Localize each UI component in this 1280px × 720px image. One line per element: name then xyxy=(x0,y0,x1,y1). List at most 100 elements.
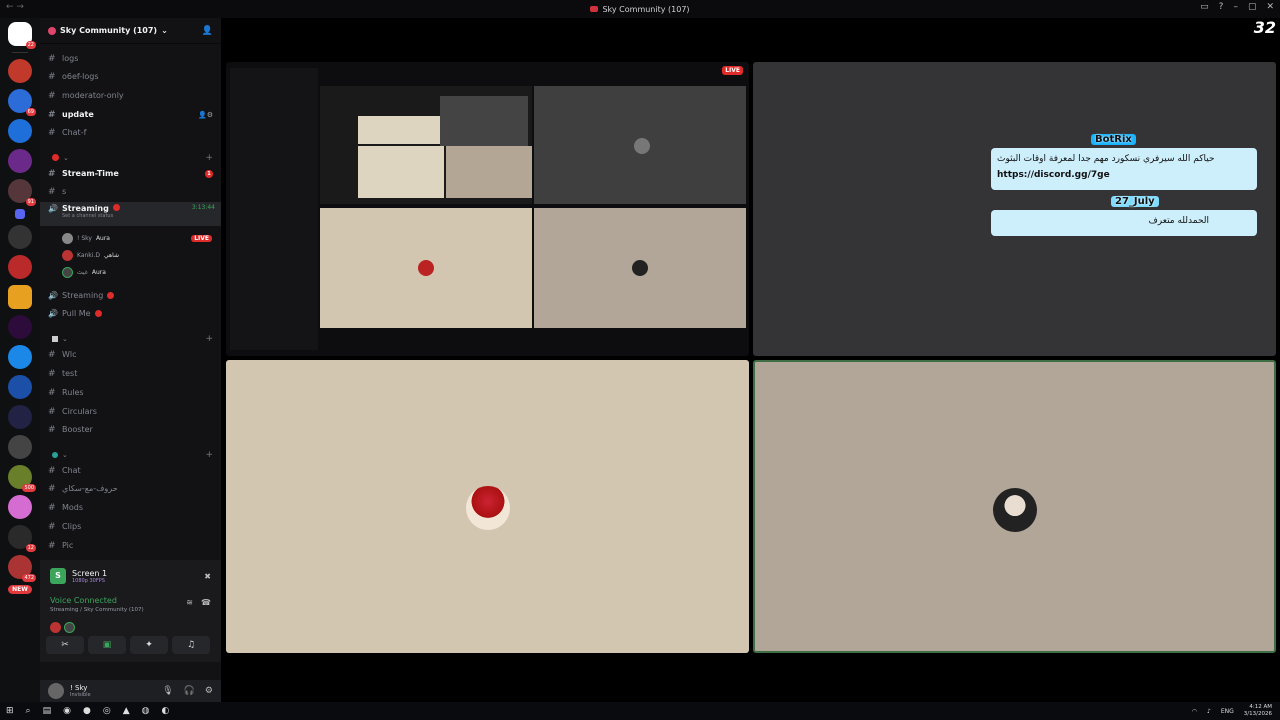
app-icon[interactable]: ● xyxy=(83,706,91,716)
stream-tile-bot-overlay[interactable]: BotRix حياكم الله سيرفري نسكورد مهم جدا … xyxy=(753,62,1276,356)
voice-status[interactable]: Voice Connected xyxy=(50,596,117,605)
activities-button[interactable]: ✦ xyxy=(130,636,168,654)
voice-channel-streaming[interactable]: 🔊 Streaming Set a channel status 3:13:44 xyxy=(40,202,221,226)
channel-item[interactable]: # Pic xyxy=(40,537,221,554)
server-icon[interactable] xyxy=(8,119,32,143)
stream-tile-screen[interactable]: LIVE xyxy=(226,62,749,356)
settings-icon[interactable]: 👤⚙ xyxy=(198,111,213,119)
microphone-icon[interactable]: 🎙 xyxy=(162,686,173,696)
server-icon[interactable] xyxy=(8,285,32,309)
noise-suppression-icon[interactable]: ≋ xyxy=(186,598,193,607)
maximize-button[interactable]: ▢ xyxy=(1248,2,1257,12)
voice-channel[interactable]: 🔊 Pull Me xyxy=(40,305,221,322)
channel-status[interactable]: Set a channel status xyxy=(62,213,120,219)
channel-sidebar: Sky Community (107) ⌄ 👤 # logs # o6ef-logs… xyxy=(40,18,221,702)
voice-user[interactable]: غيث Aura xyxy=(62,264,106,281)
discord-icon[interactable]: ◎ xyxy=(103,706,111,716)
july-name: 27_July xyxy=(1111,196,1159,207)
channel-item-stream-time[interactable]: # Stream-Time 1 xyxy=(40,165,221,182)
close-button[interactable]: ✕ xyxy=(1266,2,1274,12)
user-tag: Aura xyxy=(95,235,110,242)
channel-item[interactable]: # Mods xyxy=(40,499,221,516)
server-icon[interactable] xyxy=(8,435,32,459)
disconnect-icon[interactable]: ☎ xyxy=(201,598,211,607)
voice-channel[interactable]: 🔊 Streaming xyxy=(40,287,221,304)
plus-icon[interactable]: + xyxy=(205,450,213,460)
headphones-icon[interactable]: 🎧 xyxy=(184,686,195,696)
help-icon[interactable]: ? xyxy=(1219,2,1224,12)
app-icon[interactable]: ▲ xyxy=(123,706,130,716)
channel-item[interactable]: # logs xyxy=(40,50,221,67)
server-icon[interactable]: 500 xyxy=(8,465,36,492)
server-header[interactable]: Sky Community (107) ⌄ 👤 xyxy=(40,18,221,44)
channel-item[interactable]: # Chat-f xyxy=(40,124,221,141)
channel-item[interactable]: # moderator-only xyxy=(40,87,221,104)
folder-icon[interactable] xyxy=(15,209,25,219)
server-icon[interactable] xyxy=(8,255,32,279)
category-icon xyxy=(52,451,58,458)
channel-item[interactable]: # test xyxy=(40,365,221,382)
channel-item[interactable]: # Wlc xyxy=(40,346,221,363)
camera-button[interactable]: ✂ xyxy=(46,636,84,654)
search-icon[interactable]: ⌕ xyxy=(26,706,31,716)
category-header[interactable]: ⌄ + xyxy=(40,149,221,166)
server-icon[interactable] xyxy=(8,315,32,339)
new-badge[interactable]: NEW xyxy=(8,585,32,594)
language-indicator[interactable]: ENG xyxy=(1221,708,1234,715)
server-icon[interactable]: 69 xyxy=(8,89,36,116)
channel-item[interactable]: # Booster xyxy=(40,421,221,438)
server-icon[interactable]: 91 xyxy=(8,179,36,206)
channel-name: Chat xyxy=(62,466,81,475)
channel-item[interactable]: # Rules xyxy=(40,384,221,401)
obs-icon[interactable]: ◐ xyxy=(161,706,169,716)
file-explorer-icon[interactable]: ▤ xyxy=(43,706,52,716)
plus-icon[interactable]: + xyxy=(205,153,213,163)
gear-icon[interactable]: ⚙ xyxy=(205,686,213,696)
volume-icon[interactable]: ♪ xyxy=(1207,708,1211,715)
screen-share-button[interactable]: ▣ xyxy=(88,636,126,654)
channel-name: o6ef-logs xyxy=(62,72,99,81)
server-icon xyxy=(590,6,599,12)
steam-icon[interactable]: ◉ xyxy=(63,706,71,716)
server-icon[interactable] xyxy=(8,59,32,83)
server-icon[interactable] xyxy=(8,495,32,519)
server-icon[interactable] xyxy=(8,405,32,429)
server-icon[interactable]: 472 xyxy=(8,555,36,582)
category-header[interactable]: ⌄ + xyxy=(40,330,221,347)
inbox-icon[interactable]: ▭ xyxy=(1200,2,1209,12)
voice-user[interactable]: ! Sky Aura LIVE xyxy=(62,230,212,247)
channel-item-update[interactable]: # update 👤⚙ xyxy=(40,106,221,123)
back-arrow-icon[interactable]: ← → xyxy=(6,2,24,12)
channel-item[interactable]: # حروف-مع-سكاي xyxy=(40,480,221,497)
server-icon[interactable] xyxy=(8,375,32,399)
wifi-icon[interactable]: ◠ xyxy=(1192,708,1197,715)
voice-user[interactable]: Kanki.D شاهي xyxy=(62,247,119,264)
stream-tile-user-speaking[interactable] xyxy=(753,360,1276,653)
channel-item[interactable]: # s xyxy=(40,183,221,200)
add-member-icon[interactable]: 👤 xyxy=(202,26,213,36)
avatar[interactable] xyxy=(48,683,64,699)
bot-link[interactable]: https://discord.gg/7ge xyxy=(997,170,1251,180)
category-header[interactable]: ⌄ + xyxy=(40,446,221,463)
server-icon[interactable]: 12 xyxy=(8,525,36,552)
windows-start-icon[interactable]: ⊞ xyxy=(6,706,14,716)
hash-icon: # xyxy=(48,368,56,379)
user-tag: Aura xyxy=(91,269,106,276)
hash-icon: # xyxy=(48,53,56,64)
soundboard-button[interactable]: ♫ xyxy=(172,636,210,654)
channel-item[interactable]: # o6ef-logs xyxy=(40,68,221,85)
channel-item[interactable]: # Circulars xyxy=(40,403,221,420)
nested-tile xyxy=(358,116,444,144)
clock[interactable]: 4:12 AM 3/13/2026 xyxy=(1244,704,1272,718)
channel-item[interactable]: # Clips xyxy=(40,518,221,535)
minimize-button[interactable]: – xyxy=(1233,2,1238,12)
server-icon[interactable] xyxy=(8,345,32,369)
stop-stream-icon[interactable]: ✖ xyxy=(204,572,211,581)
server-icon[interactable] xyxy=(8,149,32,173)
channel-item[interactable]: # Chat xyxy=(40,462,221,479)
discord-home-icon[interactable]: 22 xyxy=(8,22,36,49)
stream-tile-user[interactable] xyxy=(226,360,749,653)
server-icon[interactable] xyxy=(8,225,32,249)
plus-icon[interactable]: + xyxy=(205,334,213,344)
chrome-icon[interactable]: ◍ xyxy=(142,706,150,716)
